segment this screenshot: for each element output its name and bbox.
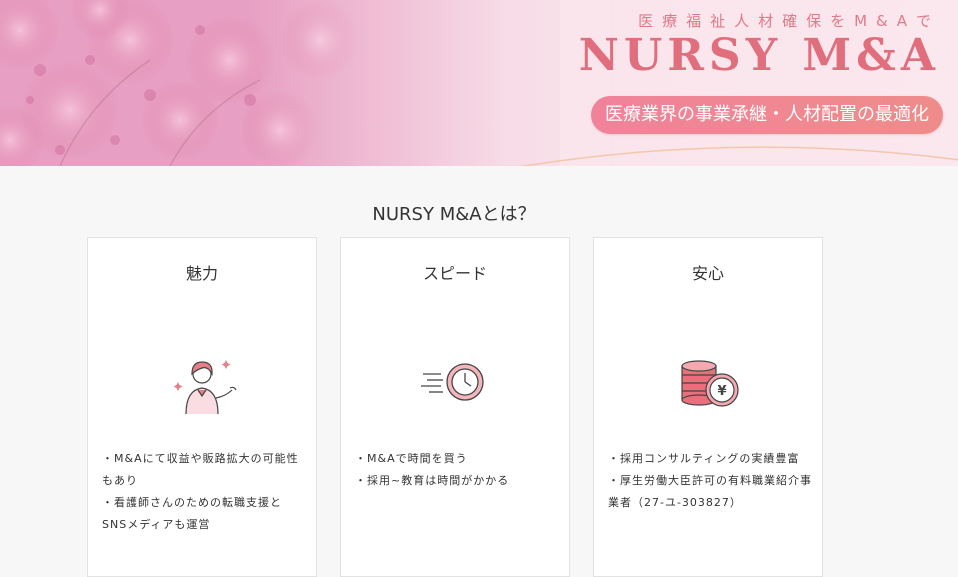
feature-card-attraction: 魅力 ・M&Aにて収益や販路拡大の可能性もあり ・看護師さんのための転職支援とS… [87,237,317,577]
card-title: 魅力 [185,264,218,283]
woman-presenting-icon [173,360,237,415]
hero-subtitle-badge: 医療業界の事業承継・人材配置の最適化 [591,96,943,134]
feature-card-safety: 安心 ¥ ・採用コンサルティングの実績豊富 ・厚生労働大臣許可の有料職業紹介事業… [593,237,823,577]
hero-tagline: 医療福祉人材確保をM&Aで [638,12,940,30]
card-points: ・M&Aで時間を買う ・採用~教育は時間がかかる [355,448,560,492]
card-title: スピード [422,264,487,283]
list-item: ・M&Aで時間を買う [355,452,468,465]
section-title: NURSY M&Aとは？ [372,204,536,225]
card-points: ・採用コンサルティングの実績豊富 ・厚生労働大臣許可の有料職業紹介事業者（27-… [608,448,813,514]
yen-coins-icon: ¥ [681,360,739,407]
card-points: ・M&Aにて収益や販路拡大の可能性もあり ・看護師さんのための転職支援とSNSメ… [102,448,307,536]
list-item: ・M&Aにて収益や販路拡大の可能性もあり [102,452,299,487]
svg-text:¥: ¥ [717,384,726,399]
list-item: ・厚生労働大臣許可の有料職業紹介事業者（27-ユ-303827） [608,474,812,509]
brand-logo: NURSY M&A [578,30,940,81]
list-item: ・採用~教育は時間がかかる [355,474,510,487]
feature-card-speed: スピード ・M&Aで時間を買う ・採用~教育は時間がかかる [340,237,570,577]
card-title: 安心 [691,264,724,283]
hero-banner: 医療福祉人材確保をM&Aで NURSY M&A 医療業界の事業承継・人材配置の最… [0,0,958,166]
list-item: ・採用コンサルティングの実績豊富 [608,452,800,465]
fast-clock-icon [421,363,484,401]
list-item: ・看護師さんのための転職支援とSNSメディアも運営 [102,496,282,531]
